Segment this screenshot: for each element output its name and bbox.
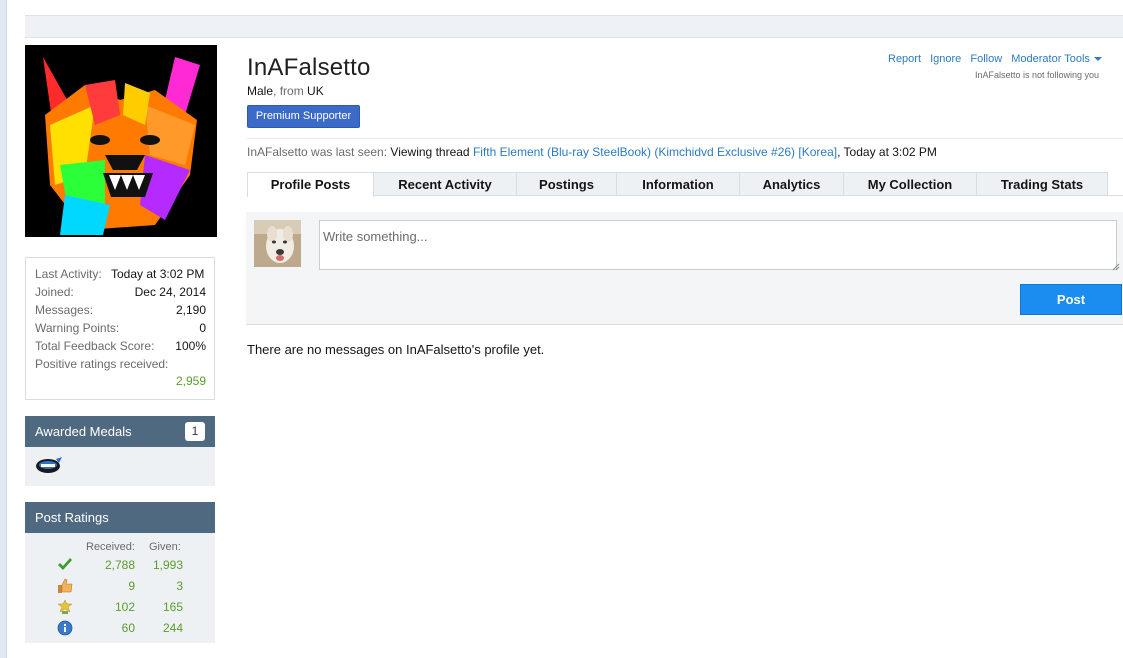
header-divider: [247, 138, 1123, 139]
rating-row-like: 2,788 1,993: [25, 555, 215, 576]
tab-my-collection[interactable]: My Collection: [843, 172, 977, 196]
stat-last-activity: Last Activity: Today at 3:02 PM: [35, 267, 205, 281]
top-navigation-bar: [25, 15, 1123, 38]
rating-row-thumbs: 9 3: [25, 576, 215, 597]
dog-avatar-image: [254, 220, 301, 267]
wolf-avatar-image: [25, 45, 217, 237]
follow-link[interactable]: Follow: [970, 53, 1002, 65]
last-seen-thread-link[interactable]: Fifth Element (Blu-ray SteelBook) (Kimch…: [473, 145, 837, 159]
tab-profile-posts[interactable]: Profile Posts: [247, 172, 374, 197]
member-stats: Last Activity: Today at 3:02 PM Joined: …: [25, 257, 215, 400]
medal-icon[interactable]: [35, 456, 63, 474]
tab-recent-activity[interactable]: Recent Activity: [373, 172, 517, 196]
premium-supporter-badge: Premium Supporter: [247, 105, 360, 128]
profile-info-line: Male, from UK: [247, 84, 324, 98]
profile-username: InAFalsetto: [247, 54, 371, 81]
tabs-baseline: [373, 195, 1123, 196]
empty-profile-message: There are no messages on InAFalsetto's p…: [247, 342, 545, 357]
thumbs-up-icon[interactable]: [57, 578, 73, 594]
tab-trading-stats[interactable]: Trading Stats: [976, 172, 1108, 196]
stat-messages: Messages: 2,190: [35, 303, 206, 317]
last-seen-line: InAFalsetto was last seen: Viewing threa…: [247, 145, 937, 159]
awarded-medals-header: Awarded Medals 1: [25, 416, 215, 447]
report-link[interactable]: Report: [888, 53, 921, 65]
stat-joined: Joined: Dec 24, 2014: [35, 285, 206, 299]
ignore-link[interactable]: Ignore: [930, 53, 961, 65]
rating-row-award: 102 165: [25, 597, 215, 618]
following-status: InAFalsetto is not following you: [975, 70, 1100, 80]
post-ratings-header: Post Ratings: [25, 502, 215, 533]
chevron-down-icon: [1093, 57, 1102, 62]
info-icon[interactable]: [57, 620, 73, 636]
stat-warning-points: Warning Points: 0: [35, 321, 206, 335]
positive-ratings-value: 2,959: [175, 374, 206, 388]
stat-positive-ratings: Positive ratings received:: [35, 357, 169, 371]
current-user-avatar[interactable]: [254, 220, 301, 267]
profile-actions: Report Ignore Follow Moderator Tools: [888, 53, 1108, 65]
profile-avatar[interactable]: [25, 45, 217, 237]
awarded-medals-body: [25, 447, 215, 486]
tab-analytics[interactable]: Analytics: [739, 172, 844, 196]
medal-count-badge: 1: [185, 422, 205, 441]
window-edge: [0, 0, 7, 658]
tab-information[interactable]: Information: [616, 172, 740, 196]
tab-postings[interactable]: Postings: [516, 172, 617, 196]
stat-feedback-score: Total Feedback Score: 100%: [35, 339, 206, 353]
award-icon[interactable]: [57, 599, 73, 615]
post-button[interactable]: Post: [1020, 284, 1122, 315]
profile-post-composer: Write something... Post: [246, 212, 1123, 325]
profile-post-input[interactable]: Write something...: [319, 220, 1117, 270]
moderator-tools-menu[interactable]: Moderator Tools: [1011, 53, 1108, 65]
rating-row-info: 60 244: [25, 618, 215, 639]
resize-grip-icon[interactable]: [1112, 263, 1120, 271]
post-ratings-body: Received: Given: 2,788 1,993 9 3 102 165…: [25, 533, 215, 643]
check-icon[interactable]: [57, 557, 73, 573]
